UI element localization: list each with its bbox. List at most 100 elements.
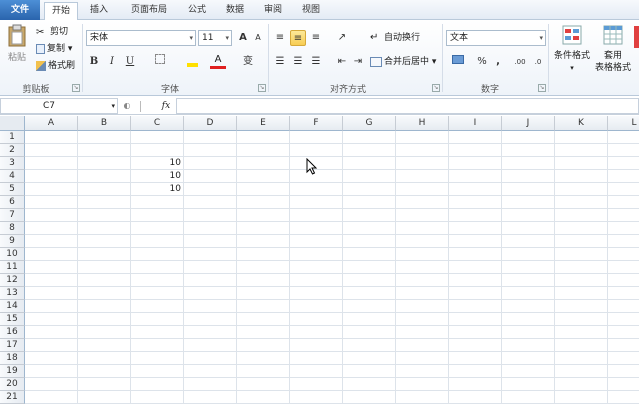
spreadsheet-grid[interactable]: A B C D E F G H I J K L 1 2 3 10 4 10 5 10 6 7 8 9 10 11 12 13 14 15 1… (0, 116, 639, 406)
cell-e13[interactable] (237, 287, 290, 300)
font-name-select[interactable]: 宋体 ▾ (86, 30, 196, 46)
cell-d12[interactable] (184, 274, 237, 287)
cell-a6[interactable] (25, 196, 78, 209)
cell-l16[interactable] (608, 326, 639, 339)
cell-h1[interactable] (396, 131, 449, 144)
cell-e3[interactable] (237, 157, 290, 170)
cell-l5[interactable] (608, 183, 639, 196)
cell-d5[interactable] (184, 183, 237, 196)
cell-k15[interactable] (555, 313, 608, 326)
cell-i14[interactable] (449, 300, 502, 313)
cell-f20[interactable] (290, 378, 343, 391)
cell-i18[interactable] (449, 352, 502, 365)
cell-c3[interactable]: 10 (131, 157, 184, 170)
cell-d13[interactable] (184, 287, 237, 300)
cell-d6[interactable] (184, 196, 237, 209)
cell-e16[interactable] (237, 326, 290, 339)
cell-g18[interactable] (343, 352, 396, 365)
cell-h10[interactable] (396, 248, 449, 261)
cell-h16[interactable] (396, 326, 449, 339)
row-header-5[interactable]: 5 (0, 183, 25, 196)
bold-button[interactable]: B (86, 54, 102, 70)
cell-c5[interactable]: 10 (131, 183, 184, 196)
cell-a15[interactable] (25, 313, 78, 326)
cell-i15[interactable] (449, 313, 502, 326)
orientation-button[interactable]: ↗ (334, 30, 350, 46)
cell-k7[interactable] (555, 209, 608, 222)
cell-l11[interactable] (608, 261, 639, 274)
cell-e5[interactable] (237, 183, 290, 196)
cell-l13[interactable] (608, 287, 639, 300)
cell-f17[interactable] (290, 339, 343, 352)
cell-h11[interactable] (396, 261, 449, 274)
cell-l9[interactable] (608, 235, 639, 248)
insert-function-button[interactable]: fx (158, 98, 174, 114)
cell-b7[interactable] (78, 209, 131, 222)
align-top-button[interactable]: ≡ (272, 30, 288, 46)
percent-button[interactable]: % (474, 54, 490, 70)
cell-l8[interactable] (608, 222, 639, 235)
cell-d2[interactable] (184, 144, 237, 157)
cell-e18[interactable] (237, 352, 290, 365)
cell-g3[interactable] (343, 157, 396, 170)
tab-file[interactable]: 文件 (0, 0, 40, 20)
cell-i6[interactable] (449, 196, 502, 209)
tab-review[interactable]: 审阅 (256, 2, 290, 20)
cell-e4[interactable] (237, 170, 290, 183)
cell-i16[interactable] (449, 326, 502, 339)
cell-g8[interactable] (343, 222, 396, 235)
cell-c13[interactable] (131, 287, 184, 300)
column-header-i[interactable]: I (449, 116, 502, 131)
wrap-text-button[interactable]: ↵ 自动换行 (370, 31, 420, 45)
cell-k9[interactable] (555, 235, 608, 248)
cell-f9[interactable] (290, 235, 343, 248)
cell-styles-icon[interactable] (634, 26, 639, 48)
row-header-21[interactable]: 21 (0, 391, 25, 404)
cell-e21[interactable] (237, 391, 290, 404)
cell-j17[interactable] (502, 339, 555, 352)
cell-k1[interactable] (555, 131, 608, 144)
cell-g2[interactable] (343, 144, 396, 157)
number-launcher-icon[interactable]: ↘ (538, 84, 546, 92)
cell-f13[interactable] (290, 287, 343, 300)
cell-b5[interactable] (78, 183, 131, 196)
tab-data[interactable]: 数据 (218, 2, 252, 20)
cell-a10[interactable] (25, 248, 78, 261)
cell-l14[interactable] (608, 300, 639, 313)
row-header-18[interactable]: 18 (0, 352, 25, 365)
cell-g4[interactable] (343, 170, 396, 183)
cell-i13[interactable] (449, 287, 502, 300)
cell-f7[interactable] (290, 209, 343, 222)
cell-i17[interactable] (449, 339, 502, 352)
cell-i10[interactable] (449, 248, 502, 261)
decrease-decimal-button[interactable]: .0 (530, 54, 546, 70)
align-bottom-button[interactable]: ≡ (308, 30, 324, 46)
cell-j7[interactable] (502, 209, 555, 222)
cell-i2[interactable] (449, 144, 502, 157)
cell-a20[interactable] (25, 378, 78, 391)
cell-h3[interactable] (396, 157, 449, 170)
cell-a12[interactable] (25, 274, 78, 287)
cell-c14[interactable] (131, 300, 184, 313)
cell-j18[interactable] (502, 352, 555, 365)
row-header-9[interactable]: 9 (0, 235, 25, 248)
align-center-button[interactable]: ☰ (290, 54, 306, 70)
cell-b8[interactable] (78, 222, 131, 235)
cell-f18[interactable] (290, 352, 343, 365)
cell-g5[interactable] (343, 183, 396, 196)
cell-l6[interactable] (608, 196, 639, 209)
cell-f5[interactable] (290, 183, 343, 196)
cell-l21[interactable] (608, 391, 639, 404)
cell-c7[interactable] (131, 209, 184, 222)
cell-k10[interactable] (555, 248, 608, 261)
column-header-b[interactable]: B (78, 116, 131, 131)
cell-j4[interactable] (502, 170, 555, 183)
cell-h6[interactable] (396, 196, 449, 209)
cell-i5[interactable] (449, 183, 502, 196)
tab-formulas[interactable]: 公式 (180, 2, 214, 20)
cell-d19[interactable] (184, 365, 237, 378)
cell-a14[interactable] (25, 300, 78, 313)
cell-l15[interactable] (608, 313, 639, 326)
row-header-16[interactable]: 16 (0, 326, 25, 339)
cell-g16[interactable] (343, 326, 396, 339)
